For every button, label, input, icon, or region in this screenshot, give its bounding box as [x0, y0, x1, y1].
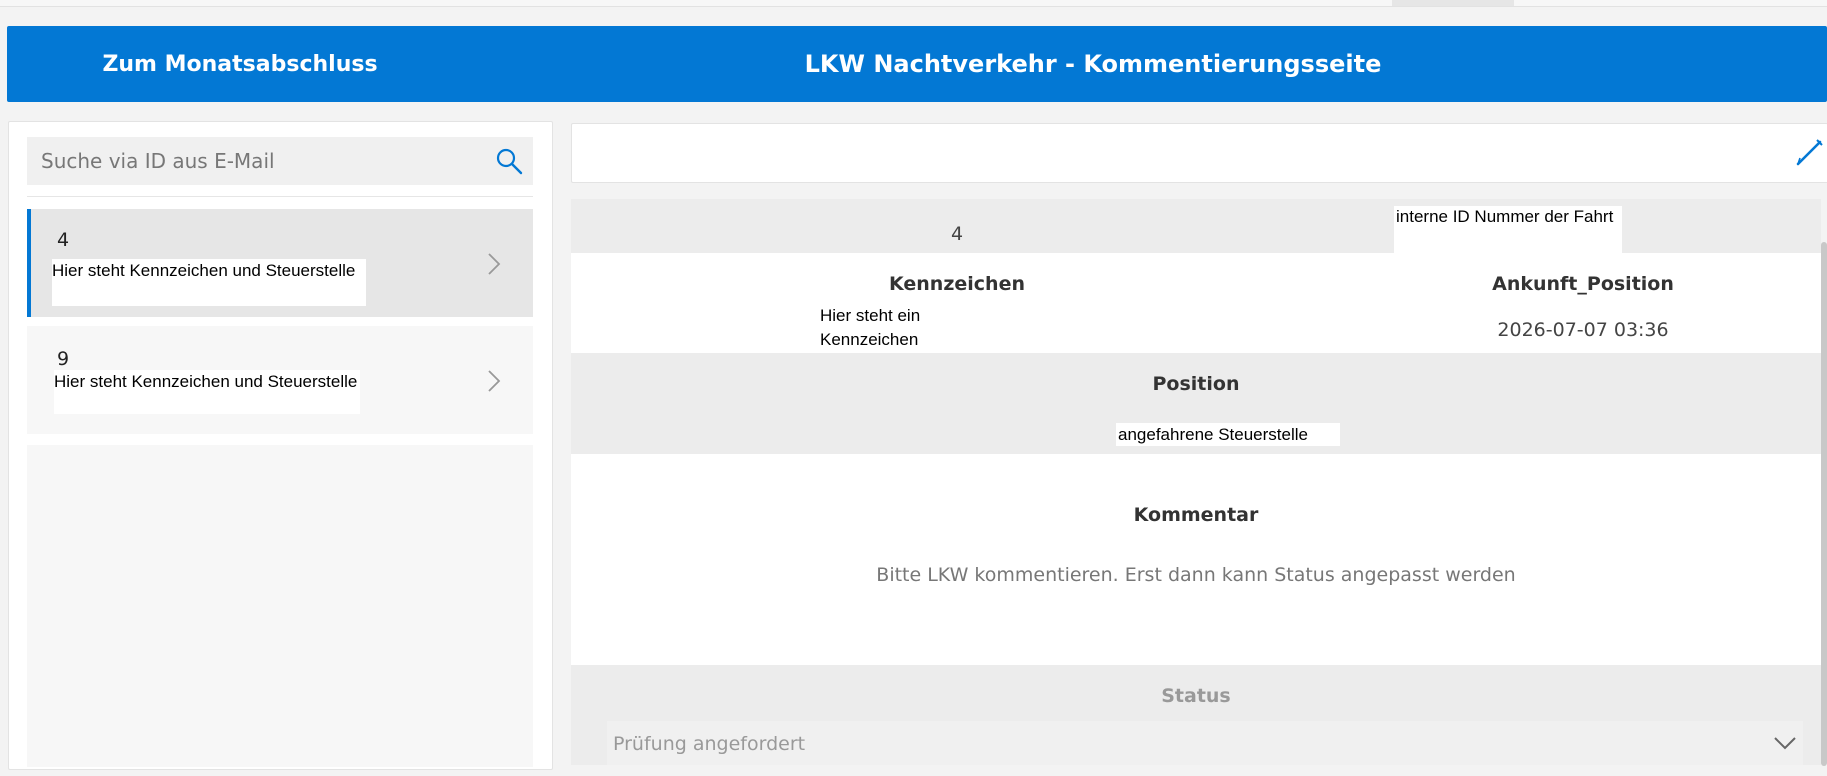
- chevron-right-icon: [485, 368, 503, 394]
- id-value: 4: [950, 223, 964, 245]
- kennzeichen-label: Kennzeichen: [889, 273, 1025, 295]
- kommentar-label: Kommentar: [1133, 504, 1259, 526]
- position-label: Position: [1152, 373, 1240, 395]
- detail-scrollbar[interactable]: [1821, 242, 1827, 766]
- id-note: interne ID Nummer der Fahrt: [1394, 206, 1622, 253]
- chevron-down-icon: [1773, 735, 1797, 751]
- search-input[interactable]: [27, 137, 481, 185]
- kennzeichen-value: Hier steht ein Kennzeichen: [820, 306, 940, 350]
- app-header: Zum Monatsabschluss LKW Nachtverkehr - K…: [7, 26, 1827, 102]
- list-item-subtitle: Hier steht Kennzeichen und Steuerstelle: [54, 370, 360, 414]
- monatsabschluss-button[interactable]: Zum Monatsabschluss: [7, 26, 473, 102]
- page-title: LKW Nachtverkehr - Kommentierungsseite: [804, 50, 1382, 78]
- search-divider: [27, 196, 533, 197]
- form-toolbar: [571, 123, 1827, 183]
- gallery-panel: 4 Hier steht Kennzeichen und Steuerstell…: [8, 121, 553, 770]
- position-row: Position angefahrene Steuerstelle: [571, 353, 1821, 454]
- status-label: Status: [1161, 685, 1231, 707]
- list-item-id: 4: [57, 229, 70, 251]
- search-icon[interactable]: [495, 147, 523, 175]
- kommentar-input[interactable]: Bitte LKW kommentieren. Erst dann kann S…: [571, 564, 1821, 586]
- kommentar-row: Kommentar Bitte LKW kommentieren. Erst d…: [571, 454, 1821, 665]
- status-selected-value: Prüfung angefordert: [613, 733, 806, 755]
- position-value: angefahrene Steuerstelle: [1116, 423, 1340, 446]
- ankunft-position-value: 2026-07-07 03:36: [1497, 319, 1669, 341]
- kennzeichen-row: Kennzeichen Hier steht ein Kennzeichen A…: [571, 253, 1821, 353]
- search-box: [27, 137, 533, 185]
- list-item-subtitle: Hier steht Kennzeichen und Steuerstelle: [52, 259, 366, 306]
- detail-form: 4 interne ID Nummer der Fahrt Kennzeiche…: [571, 199, 1821, 765]
- top-strip: [0, 0, 1827, 7]
- list-item-id: 9: [57, 348, 70, 370]
- ankunft-position-label: Ankunft_Position: [1492, 273, 1674, 295]
- pencil-icon[interactable]: [1794, 136, 1826, 168]
- status-dropdown[interactable]: Prüfung angefordert: [607, 721, 1803, 765]
- id-row: 4 interne ID Nummer der Fahrt: [571, 199, 1821, 253]
- list-empty-area: [27, 445, 533, 767]
- browser-tab-indicator: [1392, 0, 1514, 6]
- chevron-right-icon: [485, 251, 503, 277]
- list-item[interactable]: 4 Hier steht Kennzeichen und Steuerstell…: [27, 209, 533, 317]
- list-item[interactable]: 9 Hier steht Kennzeichen und Steuerstell…: [27, 326, 533, 434]
